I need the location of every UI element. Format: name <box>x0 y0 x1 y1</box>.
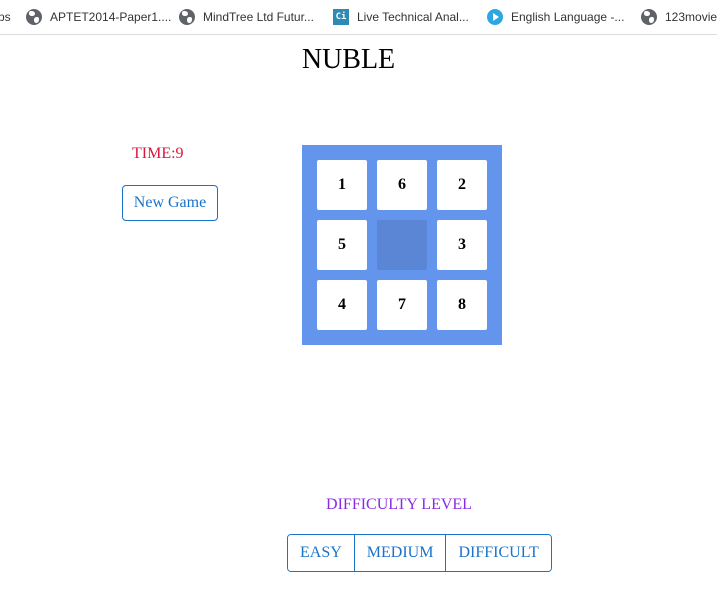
bookmark-item-live-technical[interactable]: Ci Live Technical Anal... <box>333 8 469 26</box>
puzzle-tile[interactable]: 2 <box>437 160 487 210</box>
bookmark-label: MindTree Ltd Futur... <box>203 10 314 24</box>
puzzle-tile[interactable]: 8 <box>437 280 487 330</box>
page-title: NUBLE <box>301 44 396 75</box>
timer-display: TIME:9 <box>132 145 184 162</box>
play-icon <box>487 9 503 25</box>
bookmark-label: English Language -... <box>511 10 625 24</box>
difficulty-label: DIFFICULTY LEVEL <box>326 496 472 513</box>
puzzle-tile[interactable]: 1 <box>317 160 367 210</box>
bookmark-item-apps[interactable]: ps <box>0 8 11 26</box>
difficulty-difficult-button[interactable]: DIFFICULT <box>445 535 551 571</box>
bookmark-item-123movie[interactable]: 123movie <box>641 8 717 26</box>
bookmark-label: APTET2014-Paper1.... <box>50 10 172 24</box>
puzzle-tile[interactable]: 5 <box>317 220 367 270</box>
puzzle-tile[interactable]: 4 <box>317 280 367 330</box>
puzzle-tile[interactable]: 6 <box>377 160 427 210</box>
puzzle-tile[interactable]: 7 <box>377 280 427 330</box>
empty-slot <box>377 220 427 270</box>
difficulty-easy-button[interactable]: EASY <box>288 535 354 571</box>
puzzle-board: 1 6 2 5 3 4 7 8 <box>302 145 502 345</box>
bookmark-label: Live Technical Anal... <box>357 10 469 24</box>
ci-icon: Ci <box>333 9 349 25</box>
new-game-button[interactable]: New Game <box>122 185 218 221</box>
globe-icon <box>179 9 195 25</box>
puzzle-tile[interactable]: 3 <box>437 220 487 270</box>
globe-icon <box>26 9 42 25</box>
bookmark-item-english-language[interactable]: English Language -... <box>487 8 624 26</box>
bookmark-item-mindtree[interactable]: MindTree Ltd Futur... <box>179 8 314 26</box>
difficulty-medium-button[interactable]: MEDIUM <box>353 535 446 571</box>
bookmark-item-aptet[interactable]: APTET2014-Paper1.... <box>26 8 171 26</box>
globe-icon <box>641 9 657 25</box>
bookmark-label: ps <box>0 10 11 24</box>
difficulty-button-group: EASY MEDIUM DIFFICULT <box>287 534 552 572</box>
bookmarks-bar: ps APTET2014-Paper1.... MindTree Ltd Fut… <box>0 0 717 35</box>
bookmark-label: 123movie <box>665 10 717 24</box>
